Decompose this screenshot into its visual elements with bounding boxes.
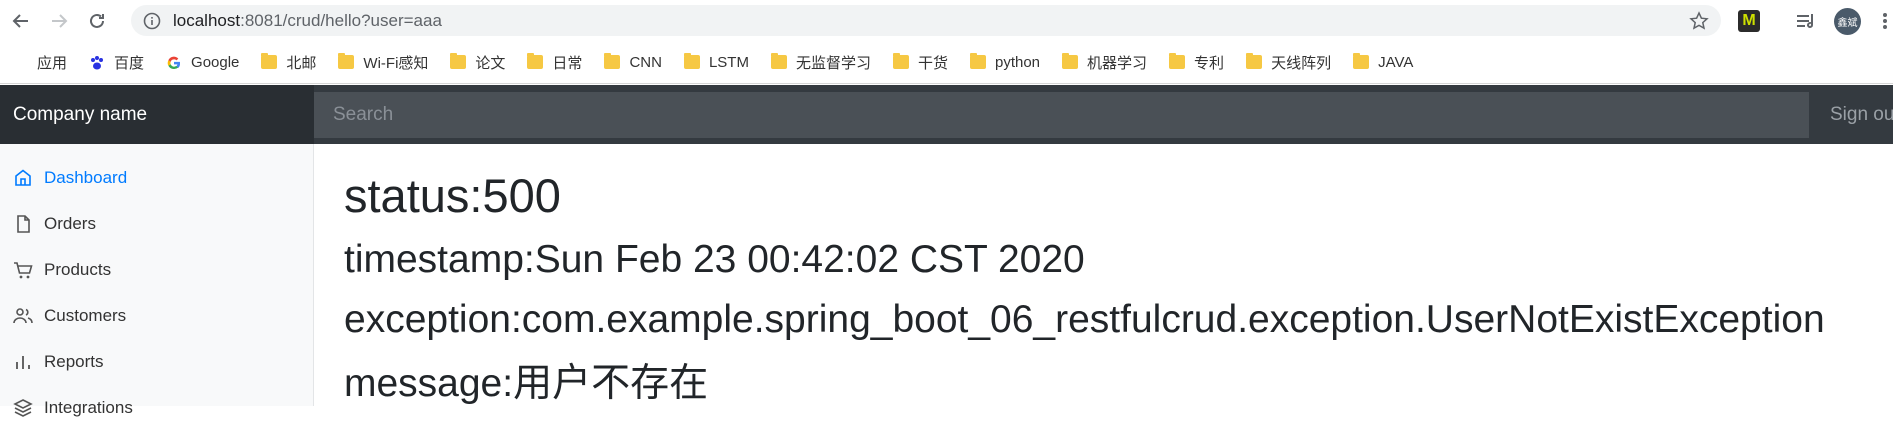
bookmark-folder[interactable]: 无监督学习 — [770, 52, 871, 73]
apps-grid-icon — [12, 55, 28, 69]
folder-icon — [1062, 53, 1079, 69]
sidebar-item-label: Customers — [44, 306, 127, 325]
error-message: message:用户不存在 — [344, 362, 709, 405]
bookmark-label: 干货 — [917, 54, 948, 72]
bookmark-folder[interactable]: 论文 — [450, 52, 505, 73]
bookmark-label: LSTM — [708, 53, 749, 71]
reload-icon — [90, 13, 104, 28]
bookmark-label: 日常 — [552, 54, 583, 72]
file-icon — [13, 214, 33, 234]
bookmark-label: 论文 — [475, 54, 506, 72]
bookmark-folder[interactable]: JAVA — [1353, 53, 1414, 71]
bookmark-folder[interactable]: 天线阵列 — [1246, 52, 1331, 73]
home-icon — [13, 168, 33, 188]
arrow-right-icon — [52, 13, 68, 28]
folder-icon — [1169, 53, 1186, 69]
sidebar-item-label: Dashboard — [44, 168, 128, 187]
bookmark-folder[interactable]: python — [969, 53, 1041, 71]
bookmark-label: 无监督学习 — [795, 54, 871, 72]
sidebar-item-label: Reports — [44, 352, 104, 371]
error-status: status:500 — [344, 169, 561, 222]
folder-icon — [604, 53, 621, 69]
bookmark-label: python — [994, 53, 1041, 71]
bookmark-label: CNN — [629, 53, 662, 71]
media-queue-icon[interactable] — [1795, 10, 1817, 32]
bookmark-label: 专利 — [1194, 54, 1225, 72]
bookmark-label: Wi-Fi感知 — [363, 54, 429, 72]
folder-icon — [1353, 53, 1370, 69]
bookmark-baidu[interactable]: 百度 — [89, 52, 144, 73]
error-exception: exception:com.example.spring_boot_06_res… — [344, 298, 1825, 341]
bookmark-folder[interactable]: 日常 — [527, 52, 582, 73]
address-bar[interactable]: localhost:8081/crud/hello?user=aaa — [131, 5, 1721, 36]
error-timestamp: timestamp:Sun Feb 23 00:42:02 CST 2020 — [344, 238, 1085, 281]
google-g-icon — [166, 55, 182, 70]
folder-icon — [683, 53, 700, 69]
sidebar-item-products[interactable]: Products — [13, 255, 111, 285]
bookmark-folder[interactable]: 北邮 — [261, 52, 316, 73]
bookmark-folder[interactable]: Wi-Fi感知 — [338, 52, 428, 73]
profile-avatar[interactable]: 鑫斌 — [1834, 8, 1861, 35]
layers-icon — [13, 398, 33, 418]
url-host: localhost — [173, 10, 241, 30]
bookmark-label: 百度 — [114, 54, 145, 72]
sidebar-item-orders[interactable]: Orders — [13, 209, 96, 239]
more-menu-icon[interactable] — [1880, 10, 1890, 32]
bookmark-folder[interactable]: 专利 — [1169, 52, 1224, 73]
bookmark-folder[interactable]: 干货 — [892, 52, 948, 73]
sidebar-item-reports[interactable]: Reports — [13, 347, 104, 377]
extension-m-icon[interactable]: M — [1738, 10, 1760, 32]
arrow-left-icon — [12, 13, 28, 28]
bookmark-folder[interactable]: CNN — [604, 53, 662, 71]
sidebar-item-dashboard[interactable]: Dashboard — [13, 163, 127, 193]
folder-icon — [969, 53, 986, 69]
folder-icon — [1246, 53, 1263, 69]
sidebar-item-label: Products — [44, 260, 112, 279]
bar-chart-icon — [13, 352, 33, 372]
folder-icon — [261, 53, 278, 69]
sign-out-link[interactable]: Sign out — [1830, 85, 1893, 144]
folder-icon — [770, 53, 787, 69]
users-icon — [13, 306, 33, 326]
info-icon[interactable] — [143, 12, 161, 30]
bookmark-google[interactable]: Google — [166, 54, 239, 71]
main-content: status:500 timestamp:Sun Feb 23 00:42:02… — [344, 144, 1893, 406]
baidu-paw-icon — [89, 55, 105, 70]
bookmark-label: 北邮 — [286, 54, 317, 72]
reload-button[interactable] — [85, 9, 109, 33]
app-navbar: Company name Sign out — [0, 85, 1893, 144]
folder-icon — [892, 53, 909, 69]
sidebar: Dashboard Orders Products Customers Repo… — [0, 144, 314, 417]
folder-icon — [450, 53, 467, 69]
bookmark-label: Google — [191, 53, 240, 71]
url-text[interactable]: localhost:8081/crud/hello?user=aaa — [173, 11, 442, 31]
sidebar-item-customers[interactable]: Customers — [13, 301, 126, 331]
folder-icon — [527, 53, 544, 69]
bookmark-folder[interactable]: 机器学习 — [1062, 52, 1147, 73]
bookmark-label: 应用 — [37, 54, 68, 72]
sidebar-item-integrations[interactable]: Integrations — [13, 393, 133, 423]
bookmark-star-icon[interactable] — [1689, 11, 1709, 31]
bookmarks-bar: 应用 百度 Google 北邮 Wi-Fi感知 论文 日常 CNN LSTM 无… — [0, 41, 1893, 84]
sidebar-item-label: Integrations — [44, 398, 133, 417]
bookmark-label: JAVA — [1378, 53, 1414, 71]
back-button[interactable] — [9, 9, 33, 33]
search-input[interactable] — [314, 92, 1809, 138]
folder-icon — [338, 53, 355, 69]
sidebar-item-label: Orders — [44, 214, 96, 233]
bookmark-label: 机器学习 — [1087, 54, 1148, 72]
bookmark-folder[interactable]: LSTM — [683, 53, 749, 71]
shopping-cart-icon — [13, 260, 33, 280]
bookmark-label: 天线阵列 — [1271, 54, 1332, 72]
url-path: :8081/crud/hello?user=aaa — [240, 10, 442, 30]
browser-toolbar: localhost:8081/crud/hello?user=aaa M 鑫斌 — [0, 0, 1893, 41]
bookmark-apps[interactable]: 应用 — [12, 52, 67, 73]
forward-button[interactable] — [47, 9, 71, 33]
brand-name[interactable]: Company name — [0, 85, 314, 144]
